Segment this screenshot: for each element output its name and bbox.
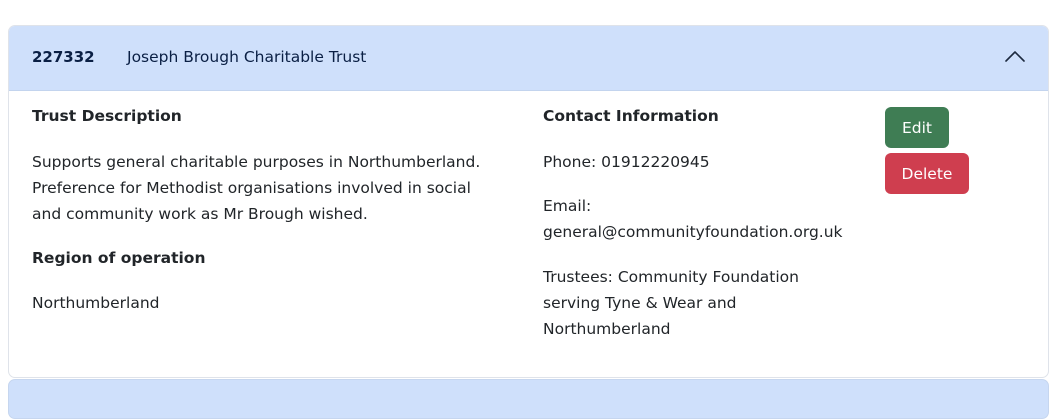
trust-name: Joseph Brough Charitable Trust [127, 48, 367, 66]
edit-button[interactable]: Edit [885, 107, 949, 148]
trustees-line: serving Tyne & Wear and [543, 294, 737, 312]
delete-button[interactable]: Delete [885, 153, 969, 194]
trust-accordion-item: 227332 Joseph Brough Charitable Trust Tr… [8, 25, 1049, 378]
trustees-line: Northumberland [543, 320, 671, 338]
contact-trustees: Trustees: Community Foundation serving T… [543, 264, 883, 342]
trustees-line: Trustees: Community Foundation [543, 268, 799, 286]
next-accordion-header[interactable] [8, 379, 1049, 419]
chevron-up-icon[interactable] [1004, 48, 1026, 64]
region-value: Northumberland [32, 294, 160, 312]
contact-phone: Phone: 01912220945 [543, 153, 710, 171]
contact-email-value: general@communityfoundation.org.uk [543, 223, 843, 241]
description-heading: Trust Description [32, 107, 182, 125]
contact-heading: Contact Information [543, 107, 719, 125]
description-line: and community work as Mr Brough wished. [32, 205, 368, 223]
contact-email-label: Email: [543, 197, 592, 215]
contact-email: Email: general@communityfoundation.org.u… [543, 193, 883, 245]
description-line: Preference for Methodist organisations i… [32, 179, 471, 197]
region-heading: Region of operation [32, 249, 206, 267]
description-line: Supports general charitable purposes in … [32, 153, 481, 171]
trust-accordion-header[interactable]: 227332 Joseph Brough Charitable Trust [9, 26, 1048, 91]
trust-id: 227332 [32, 48, 95, 66]
description-text: Supports general charitable purposes in … [32, 149, 532, 227]
